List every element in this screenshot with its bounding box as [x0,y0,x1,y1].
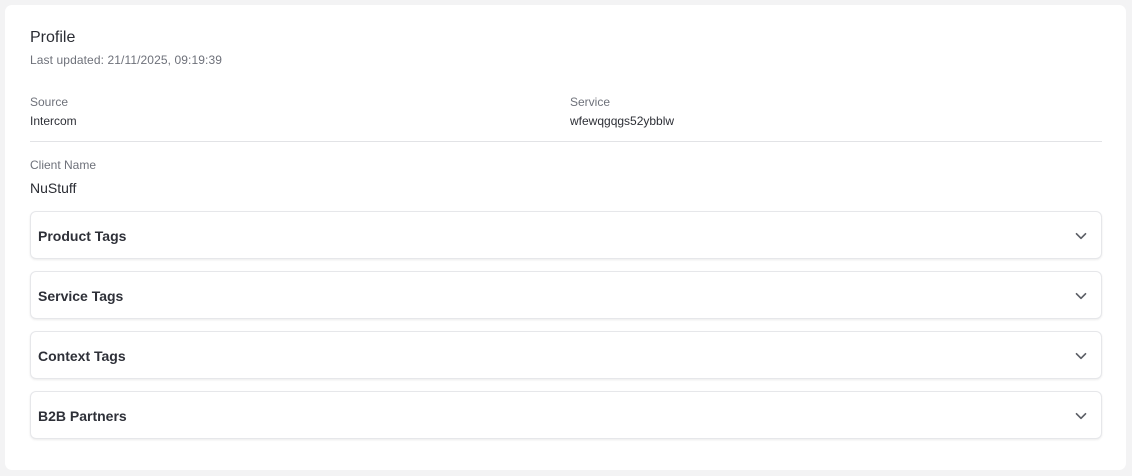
accordion-label: Product Tags [38,228,127,244]
page-title: Profile [30,29,76,46]
chevron-down-icon[interactable] [1074,289,1088,303]
accordion-label: B2B Partners [38,408,127,424]
chevron-down-icon[interactable] [1074,349,1088,363]
chevron-down-icon[interactable] [1074,229,1088,243]
accordion-b2b-partners[interactable]: B2B Partners [30,391,1102,439]
chevron-down-icon[interactable] [1074,409,1088,423]
section-divider [30,141,1102,142]
source-label: Source [30,95,69,109]
last-updated-text: Last updated: 21/11/2025, 09:19:39 [30,53,223,67]
service-label: Service [570,95,611,109]
accordion-service-tags[interactable]: Service Tags [30,271,1102,319]
accordion-label: Service Tags [38,288,124,304]
profile-card: Profile Last updated: 21/11/2025, 09:19:… [5,5,1126,470]
service-value: wfewqgqgs52ybblw [570,114,675,128]
source-value: Intercom [30,114,77,128]
client-name-label: Client Name [30,158,97,172]
accordion-context-tags[interactable]: Context Tags [30,331,1102,379]
client-name-value: NuStuff [30,180,77,196]
accordion-label: Context Tags [38,348,126,364]
accordion-product-tags[interactable]: Product Tags [30,211,1102,259]
